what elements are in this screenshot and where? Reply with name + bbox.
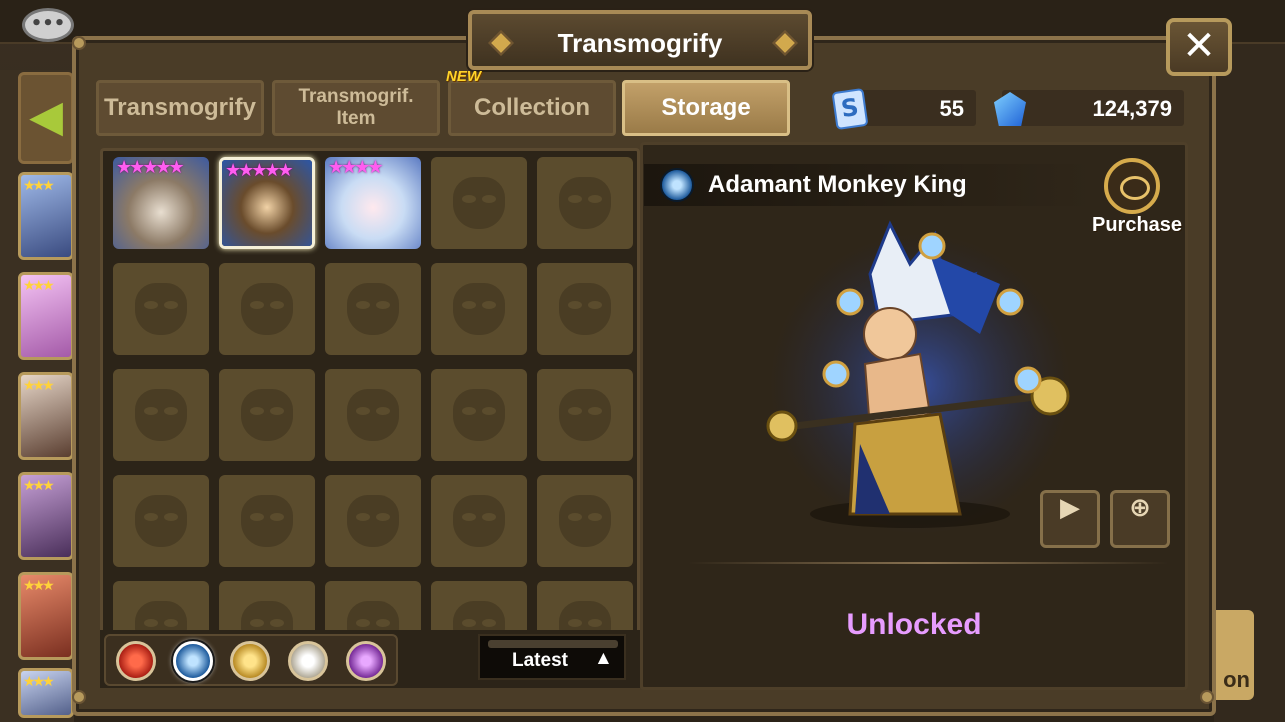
tab-transmogrify-item[interactable]: Transmogrif. Item bbox=[272, 80, 440, 136]
purchase-label: Purchase bbox=[1092, 214, 1183, 236]
skin-card[interactable]: ★★★★ bbox=[325, 157, 421, 249]
locked-mask-icon bbox=[135, 283, 187, 335]
locked-mask-icon bbox=[241, 283, 293, 335]
crystal-counter: 124,379 bbox=[1002, 90, 1184, 126]
unlock-status: Unlocked bbox=[846, 608, 982, 641]
empty-slot bbox=[219, 263, 315, 355]
empty-slot bbox=[219, 369, 315, 461]
tab-label: Transmogrif. bbox=[298, 86, 414, 107]
tab-collection[interactable]: Collection bbox=[448, 80, 616, 136]
empty-slot bbox=[431, 157, 527, 249]
locked-mask-icon bbox=[347, 283, 399, 335]
divider bbox=[688, 562, 1168, 564]
magnifier-plus-icon: ⊕ bbox=[1129, 493, 1151, 523]
locked-mask-icon bbox=[453, 283, 505, 335]
empty-slot bbox=[113, 263, 209, 355]
wind-icon[interactable] bbox=[230, 641, 270, 681]
locked-mask-icon bbox=[559, 177, 611, 229]
skin-card-selected[interactable]: ★★★★★ bbox=[219, 157, 315, 249]
crystal-count: 124,379 bbox=[1092, 96, 1172, 121]
sort-bar bbox=[488, 640, 618, 648]
frame-corner bbox=[72, 36, 86, 50]
tab-storage[interactable]: Storage bbox=[622, 80, 790, 136]
water-element-icon bbox=[660, 168, 694, 202]
dark-icon[interactable] bbox=[346, 641, 386, 681]
tab-transmogrify[interactable]: Transmogrify bbox=[96, 80, 264, 136]
chat-icon[interactable]: ••• bbox=[22, 8, 74, 42]
bg-monster-thumb[interactable]: ★★★ bbox=[18, 572, 74, 660]
empty-slot bbox=[431, 263, 527, 355]
video-preview-button[interactable]: ▶ bbox=[1040, 490, 1100, 548]
sort-button[interactable]: Latest ▲ bbox=[478, 634, 626, 680]
locked-mask-icon bbox=[135, 495, 187, 547]
locked-mask-icon bbox=[559, 495, 611, 547]
tab-label: Storage bbox=[661, 94, 751, 121]
back-arrow-icon[interactable]: ◀ bbox=[18, 72, 74, 164]
tab-label: Collection bbox=[473, 94, 590, 121]
bg-monster-thumb[interactable]: ★★★ bbox=[18, 272, 74, 360]
eye-emblem-icon bbox=[1104, 158, 1160, 214]
dialog-title: Transmogrify bbox=[557, 28, 723, 58]
empty-slot bbox=[113, 475, 209, 567]
sort-arrow-icon: ▲ bbox=[594, 648, 613, 669]
frame-corner bbox=[1200, 690, 1214, 704]
empty-slot bbox=[219, 475, 315, 567]
scroll-count: 55 bbox=[939, 96, 964, 121]
empty-slot bbox=[325, 369, 421, 461]
locked-mask-icon bbox=[453, 495, 505, 547]
locked-mask-icon bbox=[453, 389, 505, 441]
empty-slot bbox=[537, 157, 633, 249]
bg-monster-thumb[interactable]: ★★★ bbox=[18, 372, 74, 460]
star-rating: ★★★★ bbox=[328, 157, 384, 177]
locked-mask-icon bbox=[453, 177, 505, 229]
empty-slot bbox=[325, 263, 421, 355]
empty-slot bbox=[325, 475, 421, 567]
monster-preview-image bbox=[766, 220, 1070, 534]
water-icon[interactable] bbox=[173, 641, 213, 681]
purchase-button[interactable]: Purchase bbox=[1092, 156, 1182, 238]
close-icon: ✕ bbox=[1182, 23, 1216, 69]
mystical-scroll-icon: S bbox=[831, 87, 869, 131]
frame-corner bbox=[72, 690, 86, 704]
empty-slot bbox=[537, 475, 633, 567]
locked-mask-icon bbox=[559, 283, 611, 335]
empty-slot bbox=[537, 263, 633, 355]
bg-monster-thumb[interactable]: ★★★ bbox=[18, 472, 74, 560]
skin-card[interactable]: ★★★★★ bbox=[113, 157, 209, 249]
star-rating: ★★★★★ bbox=[225, 160, 294, 180]
empty-slot bbox=[431, 475, 527, 567]
title-plate: Transmogrify bbox=[468, 10, 812, 70]
tab-label-line2: Item bbox=[336, 108, 376, 129]
locked-mask-icon bbox=[135, 389, 187, 441]
locked-mask-icon bbox=[241, 495, 293, 547]
locked-mask-icon bbox=[347, 389, 399, 441]
star-rating: ★★★★★ bbox=[116, 157, 185, 177]
bg-monster-thumb[interactable]: ★★★ bbox=[18, 668, 74, 718]
empty-slot bbox=[537, 369, 633, 461]
sort-label: Latest bbox=[512, 650, 568, 671]
locked-mask-icon bbox=[241, 389, 293, 441]
skin-grid: ★★★★★ ★★★★★ ★★★★ bbox=[100, 148, 640, 688]
video-camera-icon: ▶ bbox=[1060, 493, 1080, 523]
empty-slot bbox=[113, 369, 209, 461]
close-button[interactable]: ✕ bbox=[1166, 18, 1232, 76]
new-badge: NEW bbox=[446, 68, 481, 85]
locked-mask-icon bbox=[347, 495, 399, 547]
empty-slot bbox=[431, 369, 527, 461]
locked-mask-icon bbox=[559, 389, 611, 441]
tab-label: Transmogrify bbox=[103, 94, 257, 121]
skin-name: Adamant Monkey King bbox=[708, 171, 967, 198]
fire-icon[interactable] bbox=[116, 641, 156, 681]
bg-monster-thumb[interactable]: ★★★ bbox=[18, 172, 74, 260]
zoom-button[interactable]: ⊕ bbox=[1110, 490, 1170, 548]
light-icon[interactable] bbox=[288, 641, 328, 681]
